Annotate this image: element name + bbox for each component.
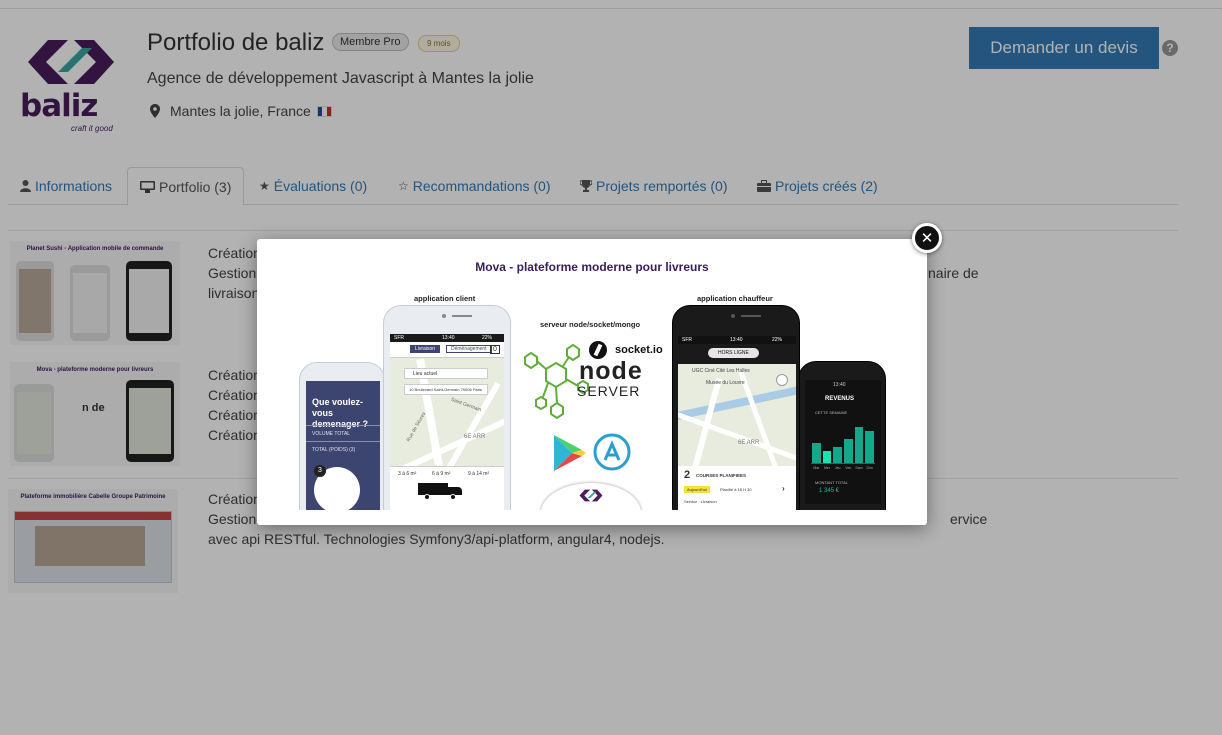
driver-phone-main: SFR 13:40 22% HORS LIGNE UGC Ciné Cité L…	[672, 305, 800, 510]
today-chip: Aujourd'hui	[684, 486, 710, 493]
revenue-title: REVENUS	[825, 396, 855, 402]
service-label: Service : Livraison	[684, 499, 717, 504]
time-text: 13:40	[730, 337, 743, 343]
size-option: 9 à 14 m²	[468, 471, 490, 477]
driver-app-label: application chauffeur	[697, 294, 773, 303]
course-count: 2	[684, 469, 691, 481]
place-label: UGC Ciné Cité Les Halles	[692, 368, 750, 374]
size-option: 3 à 6 m²	[398, 471, 417, 477]
driver-map: SFR 13:40 22% HORS LIGNE UGC Ciné Cité L…	[678, 336, 796, 510]
carrier-text: SFR	[394, 335, 404, 341]
revenue-bar	[812, 443, 821, 463]
planned-label: Planifié à 18 H 30	[720, 487, 752, 492]
logo-mark-icon	[579, 489, 603, 502]
place-label: Musée du Louvre	[706, 380, 745, 386]
counter: 0	[490, 345, 500, 354]
revenue-day-label: Mar	[813, 466, 820, 470]
time-text: 13:40	[442, 335, 455, 341]
street-label: Rue de Sèvres	[405, 411, 428, 443]
server-label: serveur node/socket/mongo	[540, 320, 641, 329]
portfolio-image-modal: Mova - plateforme moderne pour livreurs …	[257, 239, 927, 525]
revenue-bar	[865, 431, 874, 463]
revenue-day-label: Dim	[866, 466, 873, 470]
socketio-label: socket.io	[615, 344, 663, 356]
size-option: 6 à 9 m²	[432, 471, 451, 477]
total-label: MONTANT TOTAL	[815, 480, 848, 485]
revenue-bar	[854, 427, 864, 463]
district-label: 6E ARR	[738, 440, 760, 446]
volume-label: VOLUME TOTAL	[312, 431, 351, 437]
battery-text: 22%	[482, 335, 493, 341]
client-app-label: application client	[414, 294, 476, 303]
app-store-icon	[593, 433, 631, 471]
portfolio-image: Mova - plateforme moderne pour livreurs …	[271, 253, 913, 510]
address-field: 10 Boulevard Saint-Germain 75006 Paris	[409, 387, 482, 392]
revenue-bar	[844, 439, 853, 463]
delivery-tab: Livraison	[410, 345, 441, 353]
pickup-field: Lieu actuel	[413, 371, 438, 377]
revenue-bar	[833, 447, 842, 463]
server-logo-text: SERVER	[577, 383, 641, 399]
locate-me-icon	[776, 374, 788, 386]
chevron-right-icon: ›	[782, 484, 785, 493]
revenue-day-label: Sam	[855, 466, 863, 470]
revenue-day-label: Ven	[845, 466, 852, 470]
street-label: Saint Germain	[449, 396, 483, 414]
time-text: 13:40	[833, 382, 846, 388]
district-label: 6E ARR	[464, 434, 486, 440]
total-value: 1 345 €	[819, 488, 840, 494]
revenue-bar	[822, 451, 832, 463]
moving-tab: Déménagement	[446, 345, 492, 353]
close-icon[interactable]: ✕	[912, 223, 942, 253]
carrier-text: SFR	[682, 337, 692, 343]
objects-label: TOTAL (POIDS) (3)	[312, 447, 356, 453]
revenue-days: Mar Mer Jeu Ven Sam Dim	[811, 466, 875, 472]
week-label: CETTE SEMAINE	[815, 410, 848, 415]
offline-status: HORS LIGNE	[708, 348, 759, 358]
image-title: Mova - plateforme moderne pour livreurs	[475, 260, 709, 274]
object-count: 3	[314, 465, 326, 477]
client-phone-main: SFR 13:40 22% Livraison Déménagement 0 L…	[383, 305, 511, 510]
driver-phone-back: 13:40 REVENUS CETTE SEMAINE Mar Mer Jeu Ven…	[798, 361, 886, 510]
truck-icon	[418, 483, 464, 500]
battery-text: 22%	[772, 337, 783, 343]
client-map: SFR 13:40 22% Livraison Déménagement 0 L…	[390, 334, 504, 510]
baliz-badge	[541, 483, 641, 510]
revenue-day-label: Mer	[823, 466, 830, 470]
client-phone-back: Que voulez-vous demenager ? VOLUME TOTAL…	[299, 362, 385, 510]
revenue-day-label: Jeu	[834, 466, 841, 470]
node-logo-text: node	[579, 357, 643, 385]
google-play-icon	[554, 435, 586, 471]
courses-label: COURSES PLANIFIEES	[696, 473, 747, 478]
revenue-chart	[811, 426, 875, 464]
